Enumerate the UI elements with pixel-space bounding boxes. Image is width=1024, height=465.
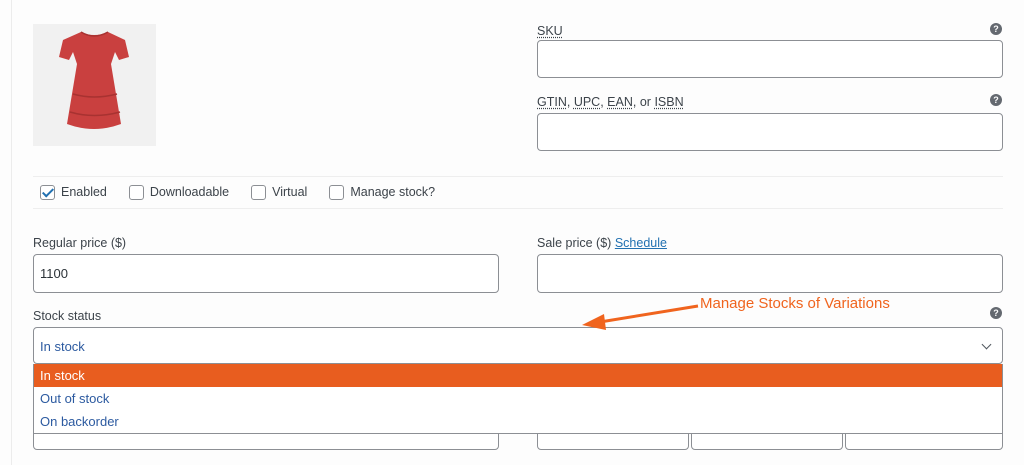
stock-status-select[interactable]: In stock [33, 327, 1003, 364]
sale-price-input[interactable] [537, 254, 1003, 293]
stock-status-help-icon[interactable]: ? [990, 307, 1002, 319]
manage-stock-label: Manage stock? [350, 185, 436, 199]
virtual-checkbox-box[interactable] [251, 184, 267, 200]
stock-option-in-stock[interactable]: In stock [34, 364, 1002, 387]
gtin-label: GTIN, UPC, EAN, or ISBN [537, 95, 684, 109]
stock-option-out-of-stock[interactable]: Out of stock [34, 387, 1002, 410]
virtual-checkbox[interactable]: Virtual [251, 184, 308, 200]
chevron-down-icon [981, 339, 992, 350]
schedule-link[interactable]: Schedule [615, 236, 667, 250]
enabled-label: Enabled [61, 185, 107, 199]
manage-stock-checkbox[interactable]: Manage stock? [329, 184, 436, 200]
dress-image [59, 31, 129, 129]
product-image[interactable] [33, 24, 156, 146]
stock-status-selected-value: In stock [40, 339, 85, 354]
downloadable-checkbox-box[interactable] [128, 184, 144, 200]
regular-price-label: Regular price ($) [33, 236, 127, 250]
regular-price-input[interactable] [33, 254, 499, 293]
divider [33, 208, 1003, 209]
virtual-label: Virtual [272, 185, 308, 199]
stock-option-on-backorder[interactable]: On backorder [34, 410, 1002, 433]
stock-status-dropdown: In stock Out of stock On backorder [33, 364, 1003, 434]
downloadable-checkbox[interactable]: Downloadable [128, 184, 230, 200]
enabled-checkbox-box[interactable] [40, 184, 55, 200]
sku-help-icon[interactable]: ? [990, 23, 1002, 35]
downloadable-label: Downloadable [149, 185, 230, 199]
page-left-border [11, 0, 12, 465]
enabled-checkbox[interactable]: Enabled [40, 184, 107, 200]
annotation-label: Manage Stocks of Variations [700, 295, 890, 312]
variation-options-row: Enabled Downloadable Virtual Manage stoc… [40, 183, 457, 201]
manage-stock-checkbox-box[interactable] [329, 184, 345, 200]
sale-price-label: Sale price ($) Schedule [537, 236, 667, 250]
gtin-help-icon[interactable]: ? [990, 94, 1002, 106]
gtin-input[interactable] [537, 113, 1003, 151]
divider [33, 176, 1003, 177]
stock-status-label: Stock status [33, 309, 102, 323]
annotation-arrow-icon [582, 304, 699, 330]
sku-input[interactable] [537, 40, 1003, 78]
sku-label: SKU [537, 24, 563, 38]
